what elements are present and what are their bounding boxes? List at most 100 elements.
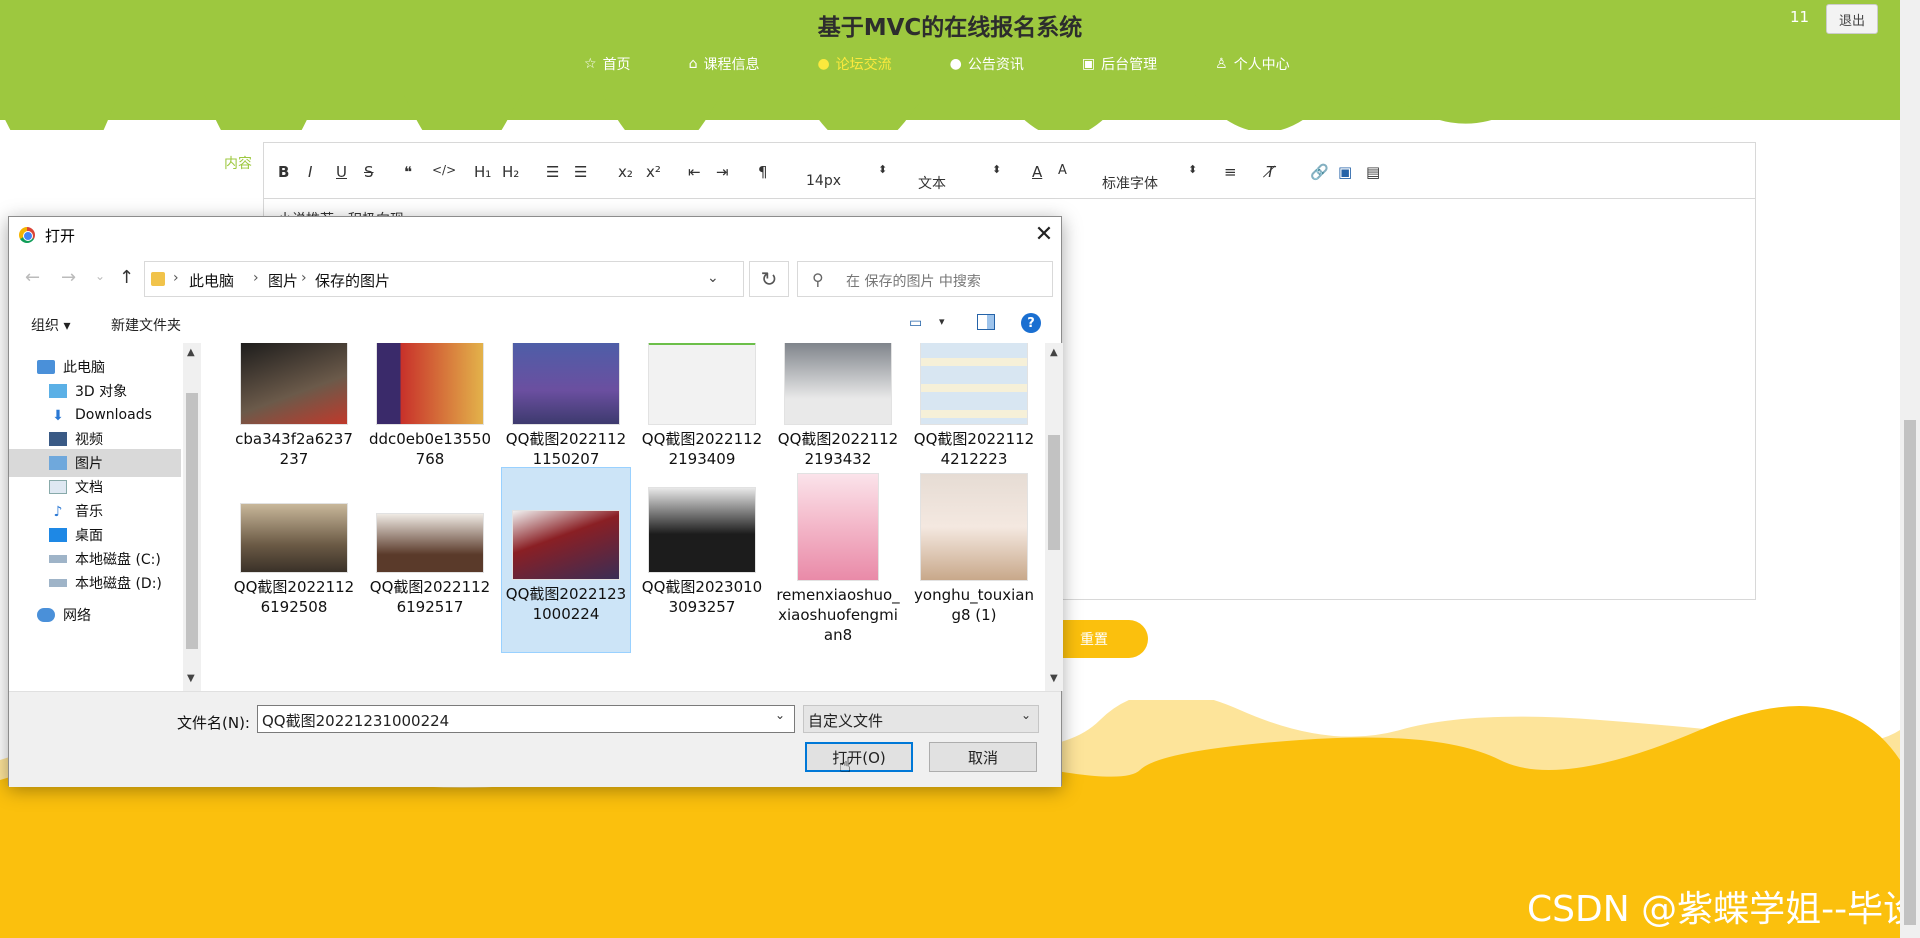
file-thumbnail	[512, 510, 620, 580]
file-item[interactable]: QQ截图20221126192508	[229, 473, 359, 617]
file-item[interactable]: yonghu_touxiang8 (1)	[909, 473, 1039, 625]
breadcrumb-saved-pictures[interactable]: 保存的图片	[315, 270, 390, 291]
organize-menu[interactable]: 组织 ▾	[31, 315, 70, 335]
chevron-down-icon[interactable]: ⌄	[707, 270, 719, 286]
file-thumbnail	[376, 343, 484, 425]
file-item[interactable]: QQ截图20221122193432	[773, 343, 903, 469]
paragraph-select[interactable]: 文本	[918, 173, 946, 193]
nav-admin[interactable]: ▣ 后台管理	[1082, 54, 1157, 74]
briefcase-icon: ▣	[1081, 56, 1096, 72]
h2-icon[interactable]: H₂	[502, 163, 519, 181]
chevron-down-icon[interactable]: ⌄	[775, 708, 785, 722]
nav-home[interactable]: ☆ 首页	[584, 54, 631, 74]
superscript-icon[interactable]: x²	[646, 163, 661, 181]
info-icon: ●	[949, 56, 962, 72]
quote-icon[interactable]: ❝	[404, 163, 412, 181]
address-bar[interactable]: › 此电脑 › 图片 › 保存的图片 ⌄	[144, 261, 744, 297]
file-thumbnail	[240, 343, 348, 425]
file-type-select[interactable]: 自定义文件	[803, 705, 1039, 733]
outdent-icon[interactable]: ⇤	[688, 163, 701, 181]
file-thumbnail	[376, 513, 484, 573]
3d-objects-icon	[49, 384, 67, 398]
file-item[interactable]: remenxiaoshuo_xiaoshuofengmian8	[773, 473, 903, 645]
drive-icon	[49, 579, 67, 587]
clear-format-icon[interactable]: T̸	[1266, 163, 1275, 181]
nav-profile[interactable]: ♙ 个人中心	[1215, 54, 1290, 74]
scroll-down-icon[interactable]: ▼	[1050, 673, 1058, 684]
chevron-down-icon[interactable]: ▾	[939, 315, 945, 328]
subscript-icon[interactable]: x₂	[618, 163, 633, 181]
forward-arrow-icon[interactable]: →	[61, 267, 76, 288]
chevron-down-icon[interactable]: ⌄	[1021, 708, 1031, 722]
new-folder-button[interactable]: 新建文件夹	[111, 315, 181, 335]
breadcrumb-this-pc[interactable]: 此电脑	[189, 270, 234, 291]
refresh-icon[interactable]: ↻	[749, 261, 789, 297]
file-item[interactable]: QQ截图20221126192517	[365, 473, 495, 617]
ordered-list-icon[interactable]: ☰	[546, 163, 559, 181]
breadcrumb-pictures[interactable]: 图片	[268, 270, 298, 291]
help-icon[interactable]: ?	[1021, 313, 1041, 333]
forum-icon: ●	[817, 56, 830, 72]
strike-icon[interactable]: S	[364, 163, 374, 181]
file-item[interactable]: QQ截图20221121150207	[501, 343, 631, 469]
site-title: 基于MVC的在线报名系统	[817, 15, 1083, 41]
file-item[interactable]: cba343f2a6237237	[229, 343, 359, 469]
font-family-select[interactable]: 标准字体	[1102, 173, 1158, 193]
bullet-list-icon[interactable]: ☰	[574, 163, 587, 181]
preview-pane-icon[interactable]	[977, 314, 995, 330]
scroll-up-icon[interactable]: ▲	[187, 347, 195, 358]
open-button[interactable]: 打开(O)	[805, 742, 913, 772]
header-wave	[0, 95, 1900, 130]
close-icon[interactable]: ✕	[1029, 219, 1059, 249]
file-item[interactable]: ddc0eb0e13550768	[365, 343, 495, 469]
editor-toolbar: B I U S ❝ </> H₁ H₂ ☰ ☰ x₂ x² ⇤ ⇥ ¶ 14px…	[264, 143, 1755, 199]
code-icon[interactable]: </>	[432, 163, 456, 177]
file-item[interactable]: QQ截图20221124212223	[909, 343, 1039, 469]
view-options-icon[interactable]: ▭	[909, 315, 922, 331]
dialog-titlebar[interactable]: 打开 ✕	[9, 217, 1061, 253]
direction-icon[interactable]: ¶	[758, 163, 768, 181]
underline-icon[interactable]: U	[336, 163, 347, 181]
nav-announcements[interactable]: ● 公告资讯	[950, 54, 1024, 74]
chevron-right-icon: ›	[301, 270, 307, 286]
documents-icon	[49, 480, 67, 494]
page-scrollbar-thumb[interactable]	[1904, 420, 1916, 925]
nav-courses[interactable]: ⌂ 课程信息	[689, 54, 760, 74]
file-item[interactable]: QQ截图20230103093257	[637, 473, 767, 617]
link-icon[interactable]: 🔗	[1310, 163, 1329, 181]
chevron-down-icon[interactable]: ⌄	[95, 269, 105, 283]
dialog-title: 打开	[45, 227, 76, 245]
cancel-button[interactable]: 取消	[929, 742, 1037, 772]
font-size-select[interactable]: 14px	[806, 173, 841, 189]
scroll-up-icon[interactable]: ▲	[1050, 347, 1058, 358]
video-icon[interactable]: ▤	[1366, 163, 1380, 181]
file-thumbnail	[648, 343, 756, 425]
star-icon: ☆	[584, 56, 597, 72]
back-arrow-icon[interactable]: ←	[25, 267, 40, 288]
italic-icon[interactable]: I	[308, 163, 312, 181]
video-icon	[49, 432, 67, 446]
file-item-selected[interactable]: QQ截图20221231000224	[501, 467, 631, 653]
nav-forum[interactable]: ● 论坛交流	[817, 54, 891, 74]
tree-item-network[interactable]: 网络	[9, 601, 181, 629]
main-nav: ☆ 首页 ⌂ 课程信息 ● 论坛交流 ● 公告资讯 ▣ 后台管理 ♙ 个人中心	[584, 54, 1348, 74]
file-item[interactable]: QQ截图20221122193409	[637, 343, 767, 469]
h1-icon[interactable]: H₁	[474, 163, 491, 181]
tree-scrollbar-thumb[interactable]	[186, 393, 198, 649]
tree-item-drive-d[interactable]: 本地磁盘 (D:)	[9, 569, 181, 597]
image-icon[interactable]: ▣	[1338, 163, 1352, 181]
font-color-icon[interactable]: A	[1032, 163, 1042, 181]
align-icon[interactable]: ≡	[1224, 163, 1237, 181]
indent-icon[interactable]: ⇥	[716, 163, 729, 181]
bold-icon[interactable]: B	[278, 163, 289, 181]
search-input[interactable]: ⚲ 在 保存的图片 中搜索	[797, 261, 1053, 297]
scroll-down-icon[interactable]: ▼	[187, 673, 195, 684]
background-color-icon[interactable]: A	[1058, 163, 1067, 178]
file-grid-scrollbar-thumb[interactable]	[1048, 435, 1060, 550]
navigation-pane: 此电脑 3D 对象 ⬇ Downloads 视频 图片 文档 ♪ 音乐 桌面 本地磁…	[9, 343, 185, 691]
filename-input[interactable]: QQ截图20221231000224	[257, 705, 795, 733]
folder-icon	[151, 272, 165, 286]
chrome-icon	[19, 227, 35, 243]
up-arrow-icon[interactable]: ↑	[119, 267, 134, 288]
logout-button[interactable]: 退出	[1826, 4, 1878, 34]
